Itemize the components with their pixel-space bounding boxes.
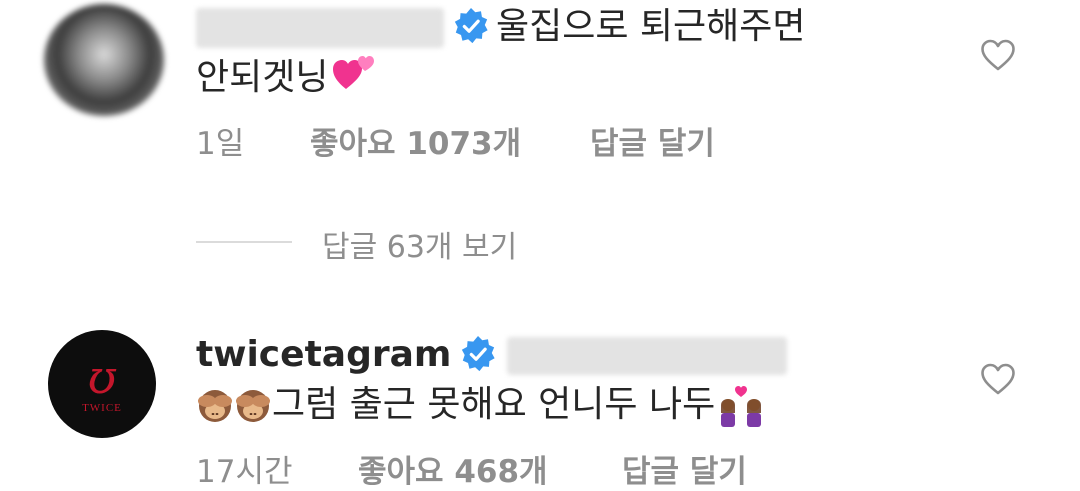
comment-line: 그럼 출근 못해요 언니두 나두 bbox=[196, 380, 960, 430]
view-replies-label: 답글 63개 보기 bbox=[322, 230, 518, 265]
reply-button[interactable]: 답글 달기 bbox=[622, 446, 747, 491]
blurred-mention[interactable] bbox=[507, 337, 788, 375]
replies-divider bbox=[196, 241, 292, 243]
comment-time[interactable]: 1일 bbox=[196, 118, 244, 163]
reply-button[interactable]: 답글 달기 bbox=[590, 118, 715, 163]
comment-item: 울집으로 퇴근해주면 안되겟닝 1일 좋아요 1073개 답글 달기 bbox=[0, 0, 1080, 200]
comment-item: ʊ TWICE twicetagram 그럼 출근 못해요 언니두 나두 17시… bbox=[0, 318, 1080, 490]
verified-badge-icon bbox=[459, 335, 497, 373]
comment-text: 울집으로 퇴근해주면 bbox=[496, 6, 806, 47]
like-count[interactable]: 좋아요 468개 bbox=[358, 446, 548, 491]
blurred-username[interactable] bbox=[196, 8, 444, 48]
see-no-evil-monkey-emoji bbox=[234, 387, 272, 425]
verified-badge-icon bbox=[452, 7, 490, 45]
comment-text: 안되겟닝 bbox=[196, 57, 329, 98]
comment-line: 안되겟닝 bbox=[196, 52, 960, 106]
twice-logo-icon: ʊ bbox=[87, 350, 117, 404]
avatar[interactable] bbox=[44, 4, 164, 116]
comment-body: 울집으로 퇴근해주면 안되겟닝 bbox=[196, 2, 960, 106]
comment-line: 울집으로 퇴근해주면 bbox=[196, 2, 960, 52]
like-count[interactable]: 좋아요 1073개 bbox=[310, 118, 521, 163]
see-no-evil-monkey-emoji bbox=[196, 387, 234, 425]
comment-body: twicetagram 그럼 출근 못해요 언니두 나두 bbox=[196, 330, 960, 430]
heart-outline-icon[interactable] bbox=[980, 362, 1016, 396]
comment-time[interactable]: 17시간 bbox=[196, 446, 293, 491]
heart-outline-icon[interactable] bbox=[980, 38, 1016, 72]
avatar[interactable]: ʊ TWICE bbox=[48, 330, 156, 438]
username[interactable]: twicetagram bbox=[196, 334, 451, 375]
two-hearts-emoji bbox=[332, 52, 380, 106]
couple-with-heart-emoji bbox=[715, 385, 767, 427]
avatar-logo-text: TWICE bbox=[82, 402, 122, 414]
comment-line: twicetagram bbox=[196, 330, 960, 380]
comment-text: 그럼 출근 못해요 언니두 나두 bbox=[272, 384, 716, 425]
